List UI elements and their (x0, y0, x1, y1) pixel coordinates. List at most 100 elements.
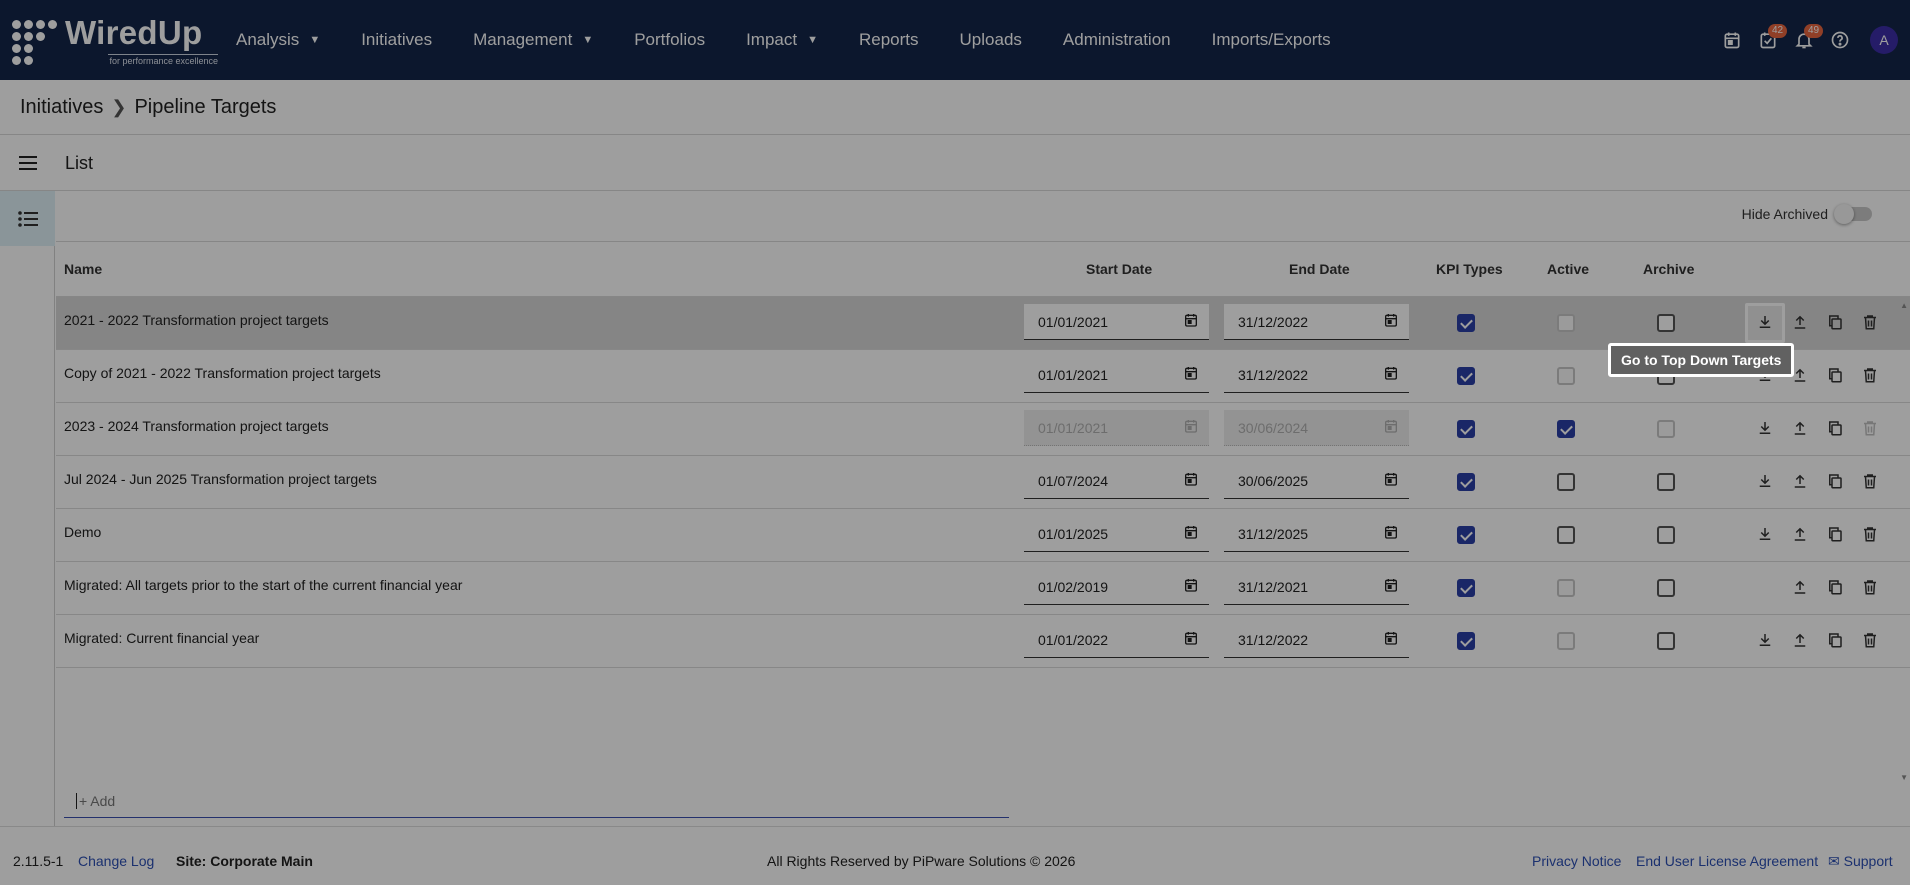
nav-impact[interactable]: Impact ▼ (746, 30, 818, 50)
table-row[interactable]: Demo 01/01/2025 31/12/2025 (56, 509, 1910, 562)
upload-button[interactable] (1789, 524, 1811, 546)
calendar-icon[interactable] (1383, 630, 1399, 649)
archive-checkbox[interactable] (1657, 632, 1675, 650)
upload-button[interactable] (1789, 418, 1811, 440)
calendar-icon[interactable] (1383, 365, 1399, 384)
archive-checkbox[interactable] (1657, 473, 1675, 491)
add-row-input[interactable]: + Add (64, 784, 1009, 818)
active-checkbox[interactable] (1557, 367, 1575, 385)
hamburger-menu-icon[interactable] (19, 152, 37, 174)
upload-button[interactable] (1789, 630, 1811, 652)
copy-button[interactable] (1824, 630, 1846, 652)
calendar-nav-button[interactable] (1714, 22, 1750, 58)
top-down-targets-button[interactable] (1754, 630, 1776, 652)
active-checkbox[interactable] (1557, 314, 1575, 332)
copy-button[interactable] (1824, 524, 1846, 546)
start-date-field[interactable]: 01/01/2022 (1024, 622, 1209, 658)
kpi-types-checkbox[interactable] (1457, 367, 1475, 385)
upload-button[interactable] (1789, 471, 1811, 493)
top-down-targets-button[interactable] (1754, 471, 1776, 493)
nav-uploads[interactable]: Uploads (960, 30, 1022, 50)
end-date-field[interactable]: 31/12/2022 (1224, 622, 1409, 658)
start-date-field[interactable]: 01/01/2025 (1024, 516, 1209, 552)
calendar-icon[interactable] (1183, 418, 1199, 437)
calendar-icon[interactable] (1383, 524, 1399, 543)
wiredup-logo[interactable]: WiredUp for performance excellence (12, 16, 218, 66)
nav-portfolios[interactable]: Portfolios (634, 30, 705, 50)
copy-button[interactable] (1824, 471, 1846, 493)
col-end-date[interactable]: End Date (1289, 261, 1350, 277)
nav-analysis[interactable]: Analysis ▼ (236, 30, 320, 50)
table-row[interactable]: Migrated: All targets prior to the start… (56, 562, 1910, 615)
privacy-notice-link[interactable]: Privacy Notice (1532, 853, 1621, 869)
top-down-targets-button[interactable] (1745, 303, 1785, 343)
col-kpi-types[interactable]: KPI Types (1436, 261, 1503, 277)
delete-button[interactable] (1859, 471, 1881, 493)
table-row[interactable]: 2023 - 2024 Transformation project targe… (56, 403, 1910, 456)
nav-initiatives[interactable]: Initiatives (361, 30, 432, 50)
scroll-up-arrow-icon[interactable]: ▲ (1900, 301, 1908, 310)
kpi-types-checkbox[interactable] (1457, 632, 1475, 650)
kpi-types-checkbox[interactable] (1457, 526, 1475, 544)
delete-button[interactable] (1859, 524, 1881, 546)
active-checkbox[interactable] (1557, 473, 1575, 491)
calendar-icon[interactable] (1383, 577, 1399, 596)
kpi-types-checkbox[interactable] (1457, 420, 1475, 438)
nav-reports[interactable]: Reports (859, 30, 919, 50)
start-date-field[interactable]: 01/07/2024 (1024, 463, 1209, 499)
nav-administration[interactable]: Administration (1063, 30, 1171, 50)
archive-checkbox[interactable] (1657, 420, 1675, 438)
start-date-field[interactable]: 01/02/2019 (1024, 569, 1209, 605)
start-date-field[interactable]: 01/01/2021 (1024, 304, 1209, 340)
end-date-field[interactable]: 31/12/2025 (1224, 516, 1409, 552)
end-date-field[interactable]: 30/06/2025 (1224, 463, 1409, 499)
active-checkbox[interactable] (1557, 632, 1575, 650)
calendar-icon[interactable] (1183, 524, 1199, 543)
top-down-targets-button[interactable] (1754, 418, 1776, 440)
copy-button[interactable] (1824, 577, 1846, 599)
calendar-icon[interactable] (1183, 312, 1199, 331)
list-view-button[interactable] (0, 191, 55, 246)
calendar-icon[interactable] (1183, 630, 1199, 649)
end-date-field[interactable]: 31/12/2021 (1224, 569, 1409, 605)
copy-button[interactable] (1824, 312, 1846, 334)
kpi-types-checkbox[interactable] (1457, 314, 1475, 332)
upload-button[interactable] (1789, 577, 1811, 599)
eula-link[interactable]: End User License Agreement (1636, 853, 1818, 869)
calendar-icon[interactable] (1383, 312, 1399, 331)
active-checkbox[interactable] (1557, 526, 1575, 544)
col-name[interactable]: Name (64, 261, 102, 277)
kpi-types-checkbox[interactable] (1457, 579, 1475, 597)
col-active[interactable]: Active (1547, 261, 1589, 277)
end-date-field[interactable]: 31/12/2022 (1224, 304, 1409, 340)
hide-archived-toggle[interactable] (1834, 204, 1872, 224)
copy-button[interactable] (1824, 365, 1846, 387)
start-date-field[interactable]: 01/01/2021 (1024, 357, 1209, 393)
table-row[interactable]: Migrated: Current financial year 01/01/20… (56, 615, 1910, 668)
delete-button[interactable] (1859, 418, 1881, 440)
delete-button[interactable] (1859, 365, 1881, 387)
active-checkbox[interactable] (1557, 579, 1575, 597)
help-button[interactable] (1822, 22, 1858, 58)
delete-button[interactable] (1859, 577, 1881, 599)
top-down-targets-button[interactable] (1754, 524, 1776, 546)
calendar-icon[interactable] (1383, 471, 1399, 490)
archive-checkbox[interactable] (1657, 579, 1675, 597)
breadcrumb-initiatives[interactable]: Initiatives (20, 96, 103, 119)
upload-button[interactable] (1789, 312, 1811, 334)
table-row[interactable]: Jul 2024 - Jun 2025 Transformation proje… (56, 456, 1910, 509)
end-date-field[interactable]: 30/06/2024 (1224, 410, 1409, 446)
col-start-date[interactable]: Start Date (1086, 261, 1152, 277)
start-date-field[interactable]: 01/01/2021 (1024, 410, 1209, 446)
calendar-icon[interactable] (1183, 577, 1199, 596)
support-link[interactable]: ✉ Support (1828, 853, 1893, 870)
scroll-down-arrow-icon[interactable]: ▼ (1900, 773, 1908, 782)
calendar-icon[interactable] (1183, 471, 1199, 490)
nav-imports-exports[interactable]: Imports/Exports (1212, 30, 1331, 50)
notifications-button[interactable]: 49 (1786, 22, 1824, 58)
col-archive[interactable]: Archive (1643, 261, 1694, 277)
change-log-link[interactable]: Change Log (78, 853, 154, 869)
calendar-icon[interactable] (1383, 418, 1399, 437)
end-date-field[interactable]: 31/12/2022 (1224, 357, 1409, 393)
delete-button[interactable] (1859, 630, 1881, 652)
